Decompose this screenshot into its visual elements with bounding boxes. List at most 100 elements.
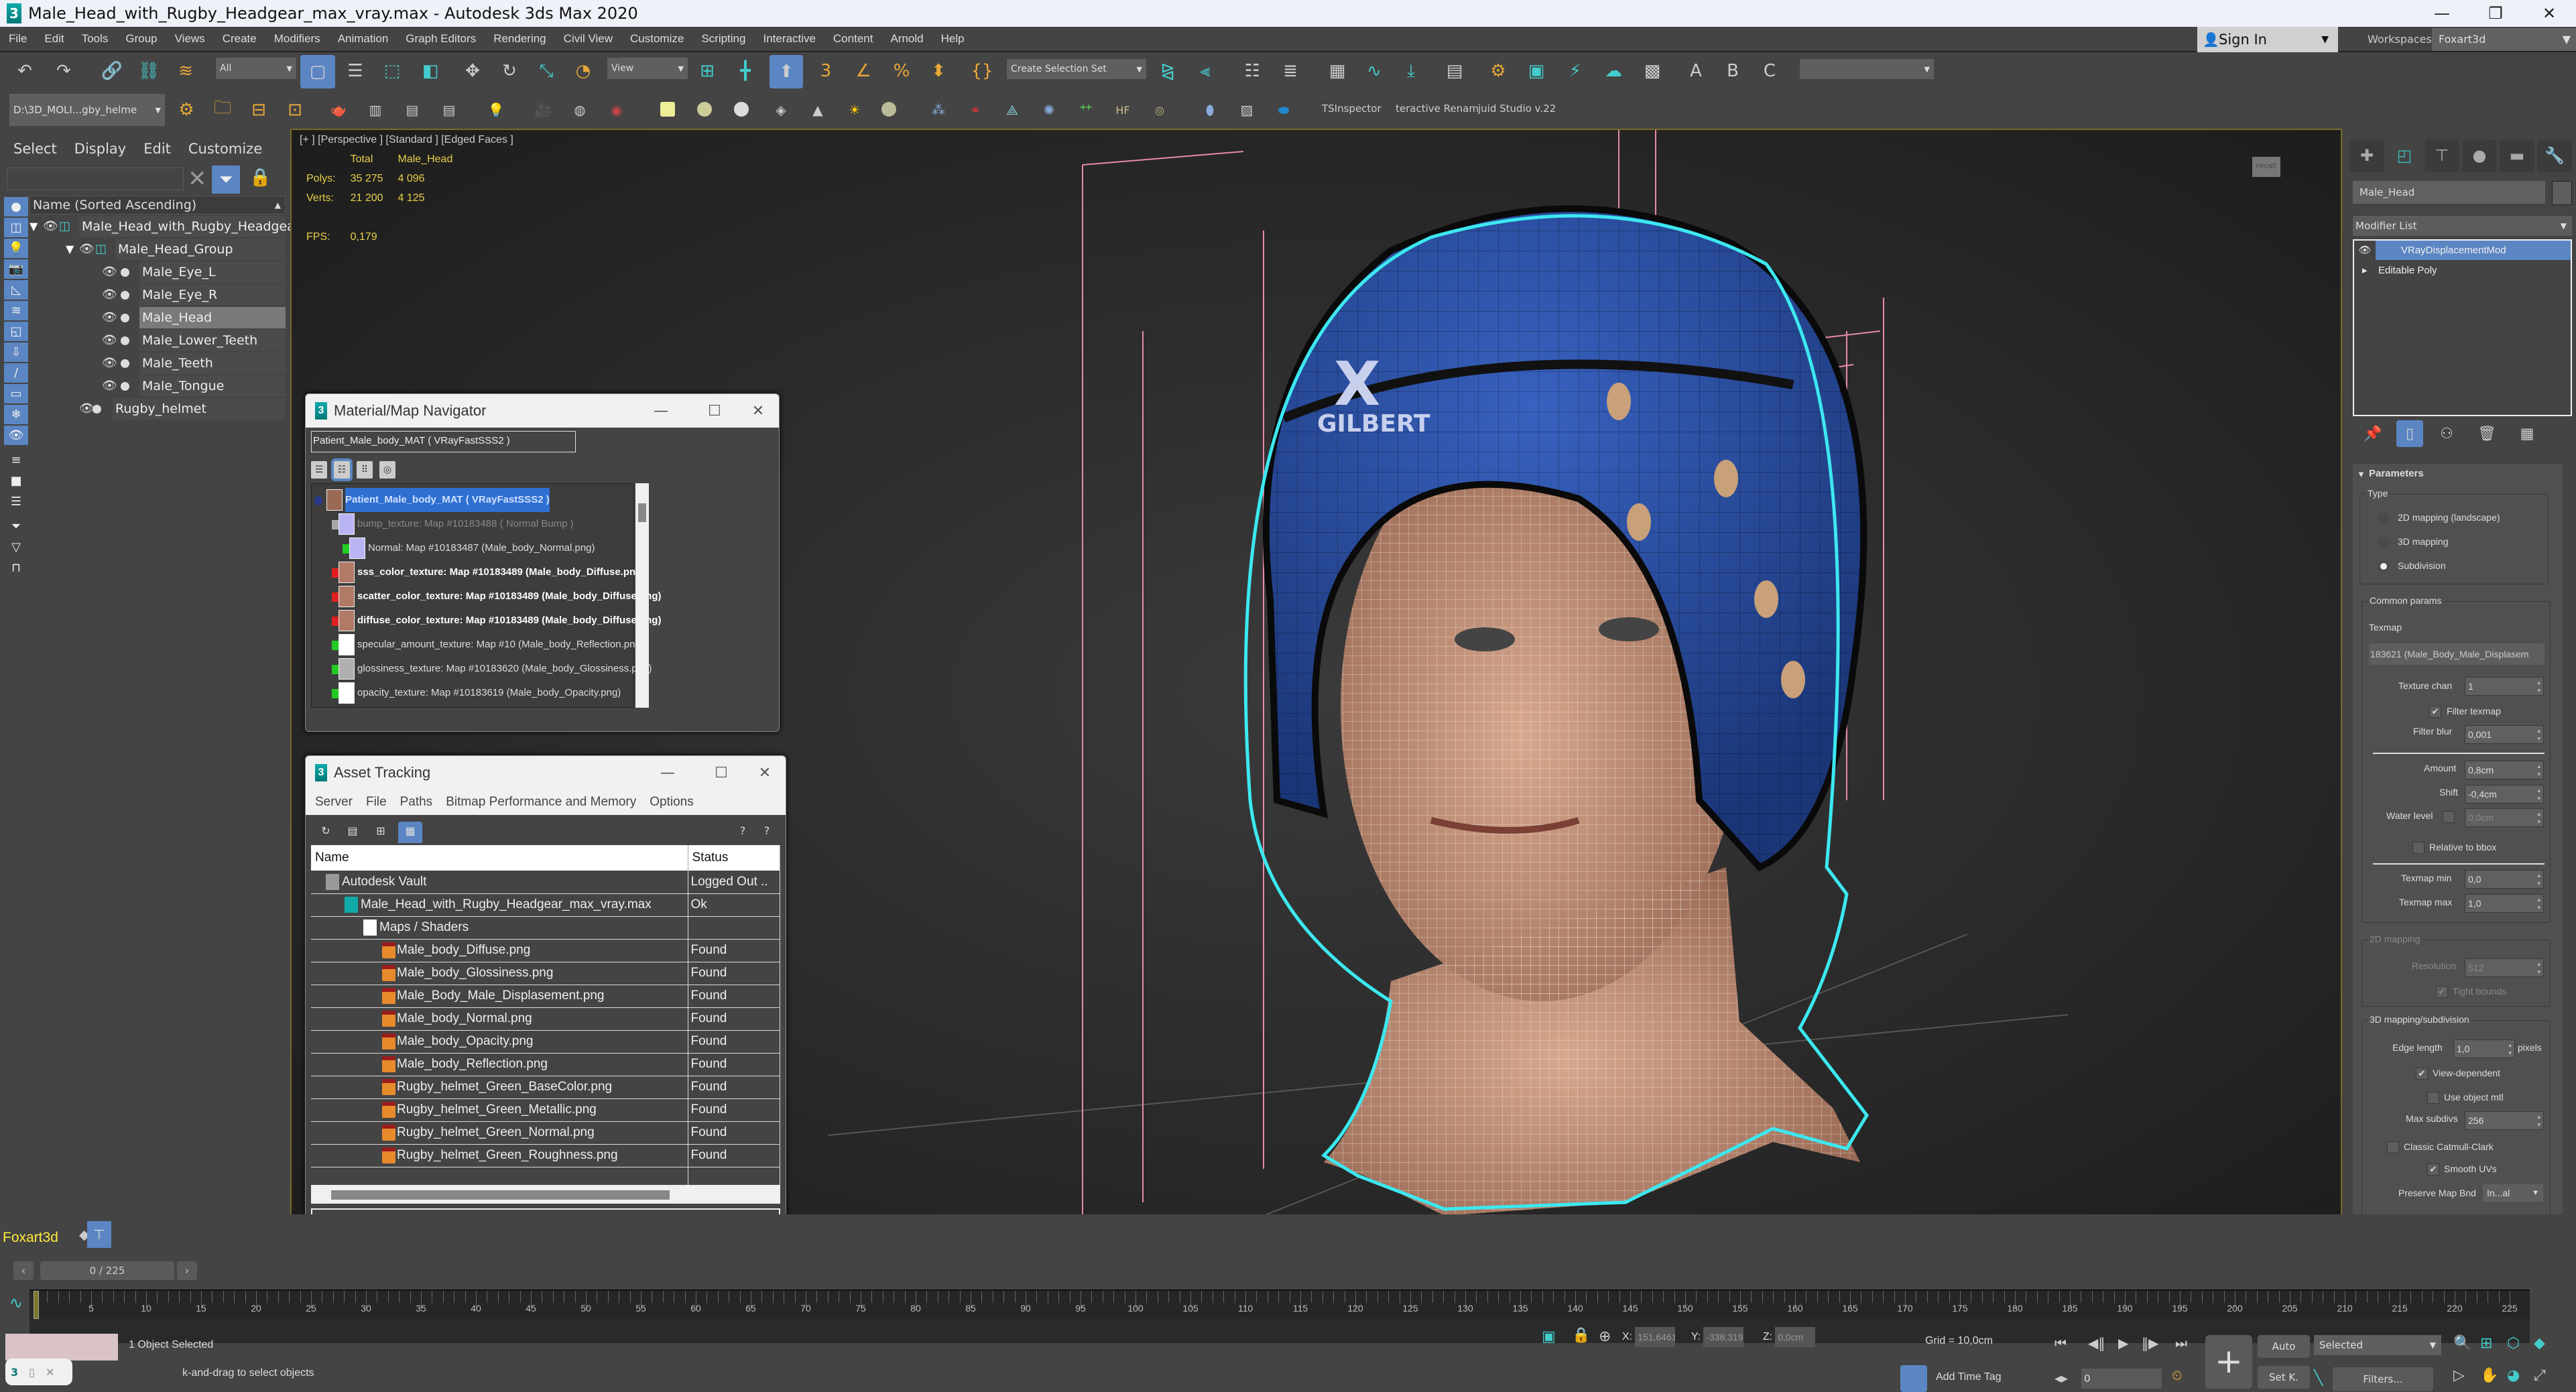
viewcube[interactable]: FRONT — [2252, 157, 2280, 177]
select-object-icon[interactable]: ▢ — [300, 55, 335, 88]
ref-coord-dropdown[interactable]: View ▼ — [607, 58, 688, 79]
visibility-eye-icon[interactable]: 👁 — [102, 375, 117, 397]
redo-icon[interactable]: ↷ — [54, 58, 74, 84]
menu-customize[interactable]: Customize — [621, 32, 692, 46]
restore-icon[interactable]: ▯ — [29, 1366, 35, 1379]
toggle-scene-explorer-icon[interactable]: ☷ — [1239, 58, 1266, 84]
text-a-icon[interactable]: A — [1682, 58, 1709, 84]
column-name[interactable]: Name — [311, 845, 688, 871]
water-level-spinner[interactable]: 0,0cm — [2465, 808, 2544, 827]
utilities-tab-icon[interactable]: 🔧 — [2537, 139, 2572, 172]
filter-settings-icon[interactable]: ⏷ — [4, 517, 28, 536]
tree-item[interactable]: 👁 Male_Tongue — [102, 375, 286, 397]
zoom-all-icon[interactable]: ⊞ — [2480, 1335, 2492, 1352]
remove-modifier-icon[interactable]: 🗑 — [2473, 420, 2500, 447]
use-object-mtl-checkbox[interactable] — [2427, 1092, 2439, 1104]
table-view-icon[interactable]: ▦ — [398, 822, 422, 843]
explorer-menu-display[interactable]: Display — [74, 141, 126, 157]
project-tree-icon[interactable]: ⊟ — [245, 97, 272, 123]
percent-snap-icon[interactable]: % — [888, 58, 915, 84]
menu-tools[interactable]: Tools — [73, 32, 117, 46]
menu-arnold[interactable]: Arnold — [881, 32, 932, 46]
menu-create[interactable]: Create — [214, 32, 265, 46]
display-all-icon[interactable]: ≡ — [4, 450, 28, 470]
configure-sets-icon[interactable]: ▦ — [2514, 420, 2540, 447]
viewport-label-menu[interactable]: [+ ] [Perspective ] [Standard ] [Edged F… — [300, 134, 513, 146]
modifier-eye-icon[interactable]: 👁 — [2354, 241, 2376, 260]
vray-proxy-icon[interactable]: ⁂ — [928, 97, 948, 123]
vray-sphere-light-icon[interactable] — [697, 102, 712, 117]
unlink-icon[interactable]: ⛓ — [137, 58, 160, 84]
container-icon[interactable]: ⊓ — [4, 558, 28, 578]
current-frame-spinner[interactable]: 0 — [2081, 1369, 2162, 1389]
visibility-eye-icon[interactable]: 👁 — [102, 353, 117, 374]
mirror-icon[interactable]: ⧎ — [1154, 58, 1181, 84]
lights-filter-icon[interactable]: 💡 — [4, 239, 28, 258]
isolate-selection-icon[interactable]: ▣ — [1542, 1328, 1556, 1345]
toggle-layer-explorer-icon[interactable]: ≣ — [1277, 58, 1304, 84]
rollout-title[interactable]: Parameters — [2369, 468, 2424, 479]
resolution-spinner[interactable]: 512 — [2465, 958, 2544, 977]
helpers-filter-icon[interactable]: ◺ — [4, 280, 28, 300]
curve-editor-icon[interactable]: ∿ — [1361, 58, 1388, 84]
invert-display-icon[interactable]: ☰ — [4, 492, 28, 511]
menu-edit[interactable]: Edit — [36, 32, 72, 46]
object-dot-icon[interactable] — [121, 291, 129, 300]
asset-menu-bitmap-performance-and-memory[interactable]: Bitmap Performance and Memory — [446, 795, 636, 810]
preserve-map-dropdown[interactable]: In...al ▼ — [2483, 1184, 2543, 1202]
cameras-filter-icon[interactable]: 📷 — [4, 259, 28, 279]
asset-row[interactable]: Rugby_helmet_Green_Normal.png Found — [311, 1121, 780, 1145]
rotate-icon[interactable]: ↻ — [496, 58, 523, 84]
render-setup-icon[interactable]: ⚙ — [1485, 58, 1512, 84]
selection-set-dropdown[interactable]: Create Selection Set ▼ — [1007, 59, 1146, 79]
asset-row[interactable]: Male_body_Diffuse.png Found — [311, 939, 780, 962]
radio-subdivision[interactable] — [2378, 560, 2390, 572]
asset-menu-paths[interactable]: Paths — [400, 795, 433, 810]
key-tangent-icon[interactable]: ╲ — [2314, 1370, 2323, 1387]
key-mode-icon[interactable]: ◂▸ — [2054, 1370, 2068, 1386]
go-to-start-icon[interactable]: ⏮ — [2054, 1335, 2067, 1351]
frozen-filter-icon[interactable]: ❄ — [4, 405, 28, 424]
render-cloud-icon[interactable]: ☁ — [1600, 58, 1627, 84]
menu-modifiers[interactable]: Modifiers — [265, 32, 329, 46]
project-folder-icon[interactable]: 🗀 — [209, 97, 236, 123]
previous-key-icon[interactable]: ◀‖ — [2088, 1335, 2105, 1351]
curve-editor-mini-icon[interactable]: ∿ — [9, 1293, 23, 1312]
coord-y-field[interactable]: -338,3196cm — [1703, 1327, 1744, 1347]
time-slider-handle[interactable] — [34, 1291, 39, 1319]
material-tree-item[interactable]: Normal: Map #10183487 (Male_body_Normal.… — [312, 536, 633, 560]
vray-dome-camera-icon[interactable]: ◍ — [570, 97, 590, 123]
column-status[interactable]: Status — [688, 845, 780, 871]
asset-row[interactable]: Male_body_Normal.png Found — [311, 1007, 780, 1031]
asset-row[interactable]: Male_body_Glossiness.png Found — [311, 962, 780, 985]
vray-fur-icon[interactable]: ✺ — [1039, 97, 1059, 123]
name-column-header[interactable]: Name (Sorted Ascending) ▲ — [29, 196, 286, 214]
menu-interactive[interactable]: Interactive — [754, 32, 824, 46]
vray-physical-camera-icon[interactable]: ◉ — [607, 97, 627, 123]
object-dot-icon[interactable] — [93, 405, 101, 414]
tree-item[interactable]: 👁 Male_Eye_L — [102, 261, 286, 283]
view-small-icons-icon[interactable]: ⠿ — [357, 461, 373, 479]
project-link-icon[interactable]: ⊡ — [282, 97, 308, 123]
explorer-menu-edit[interactable]: Edit — [143, 141, 171, 157]
material-editor-icon[interactable]: ▤ — [1441, 58, 1468, 84]
select-by-name-icon[interactable]: ☰ — [342, 58, 369, 84]
help-alt-icon[interactable]: ? — [759, 822, 775, 840]
maximize-button[interactable]: ☐ — [694, 394, 735, 428]
tree-item[interactable]: 👁 Male_Lower_Teeth — [102, 330, 286, 351]
minimize-button[interactable]: — — [2415, 0, 2469, 27]
modifier-stack-item[interactable]: 👁 VRayDisplacementMod — [2354, 241, 2571, 260]
select-manipulate-icon[interactable]: ╋ — [732, 58, 759, 84]
zoom-icon[interactable]: 🔍 — [2453, 1335, 2471, 1352]
tree-view-icon[interactable]: ⊞ — [373, 822, 389, 840]
teapot-icon[interactable]: 🫖 — [328, 97, 349, 123]
catmull-clark-checkbox[interactable] — [2387, 1141, 2399, 1153]
view-list-icon[interactable]: ☰ — [311, 461, 327, 479]
object-dot-icon[interactable] — [121, 382, 129, 391]
explorer-menu-customize[interactable]: Customize — [188, 141, 262, 157]
expand-triangle-icon[interactable]: ▸ — [2362, 261, 2368, 280]
minimize-button[interactable]: — — [641, 394, 681, 428]
vray-hair-icon[interactable]: HF — [1113, 97, 1133, 123]
object-dot-icon[interactable] — [121, 336, 129, 345]
time-config-icon[interactable]: ⏲ — [2172, 1367, 2183, 1383]
